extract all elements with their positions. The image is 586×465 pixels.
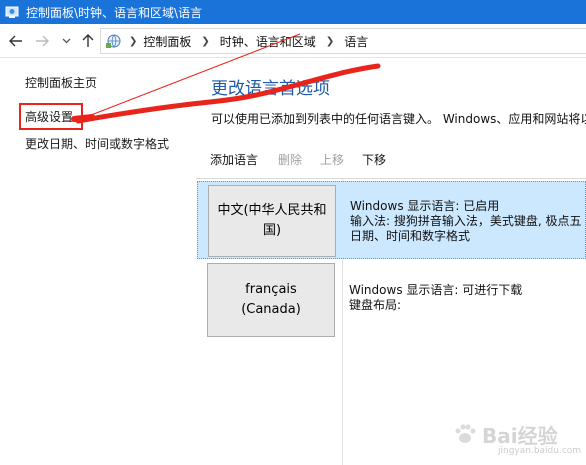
control-panel-icon bbox=[4, 4, 20, 20]
breadcrumb-control-panel[interactable]: 控制面板 bbox=[143, 33, 191, 50]
language-info: Windows 显示语言: 可进行下载 键盘布局: bbox=[349, 283, 522, 313]
sidebar-item-change-date-time-format[interactable]: 更改日期、时间或数字格式 bbox=[25, 135, 169, 152]
breadcrumb-separator: ❯ bbox=[201, 35, 210, 47]
address-bar[interactable]: ❯ 控制面板 ❯ 时钟、语言和区域 ❯ 语言 bbox=[100, 28, 586, 54]
list-item-language-chinese[interactable]: 中文(中华人民共和国) Windows 显示语言: 已启用 输入法: 搜狗拼音输… bbox=[197, 181, 586, 259]
sidebar-item-control-panel-home[interactable]: 控制面板主页 bbox=[25, 74, 97, 91]
watermark-text: Bai经验 bbox=[482, 423, 558, 448]
remove-language-button[interactable]: 删除 bbox=[278, 151, 302, 168]
page-description: 可以使用已添加到列表中的任何语言键入。 Windows、应用和网站将以 bbox=[211, 112, 586, 126]
arrow-up-icon[interactable] bbox=[78, 24, 98, 58]
watermark-subtext: jingyan.baidu.com bbox=[498, 446, 582, 456]
language-info-line: Windows 显示语言: 可进行下载 bbox=[349, 283, 523, 297]
language-name-button[interactable]: français (Canada) bbox=[207, 263, 335, 337]
breadcrumb-separator: ❯ bbox=[325, 35, 335, 47]
page-title: 更改语言首选项 bbox=[211, 79, 330, 99]
move-up-button[interactable]: 上移 bbox=[320, 151, 344, 168]
window-title: 控制面板\时钟、语言和区域\语言 bbox=[26, 5, 203, 20]
paw-icon bbox=[455, 424, 476, 443]
language-info: Windows 显示语言: 已启用 输入法: 搜狗拼音输入法，美式键盘, 极点五… bbox=[350, 199, 582, 244]
breadcrumb-language[interactable]: 语言 bbox=[344, 33, 368, 50]
arrow-right-icon[interactable] bbox=[32, 24, 52, 58]
language-info-line: Windows 显示语言: 已启用 bbox=[350, 199, 500, 213]
breadcrumb-clock-language-region[interactable]: 时钟、语言和区域 bbox=[220, 33, 316, 50]
breadcrumb-separator: ❯ bbox=[129, 35, 138, 47]
language-name-button[interactable]: 中文(中华人民共和国) bbox=[208, 185, 336, 257]
list-item-language-french[interactable]: français (Canada) Windows 显示语言: 可进行下载 键盘… bbox=[197, 261, 586, 339]
arrow-left-icon[interactable] bbox=[6, 24, 26, 58]
left-pane: 控制面板主页 高级设置 更改日期、时间或数字格式 bbox=[0, 58, 200, 465]
sidebar-item-advanced-settings[interactable]: 高级设置 bbox=[25, 108, 73, 125]
language-toolbar: 添加语言 删除 上移 下移 bbox=[196, 143, 586, 175]
language-info-line: 日期、时间和数字格式 bbox=[350, 229, 471, 243]
control-panel-globe-icon bbox=[105, 32, 123, 50]
language-info-line: 输入法: 搜狗拼音输入法，美式键盘, 极点五 bbox=[350, 214, 582, 228]
chevron-down-icon[interactable] bbox=[58, 24, 74, 58]
add-language-button[interactable]: 添加语言 bbox=[210, 151, 258, 168]
title-bar: 控制面板\时钟、语言和区域\语言 bbox=[0, 0, 586, 24]
move-down-button[interactable]: 下移 bbox=[362, 151, 386, 168]
language-info-line: 键盘布局: bbox=[349, 298, 402, 312]
navigation-bar: ❯ 控制面板 ❯ 时钟、语言和区域 ❯ 语言 bbox=[0, 24, 586, 58]
